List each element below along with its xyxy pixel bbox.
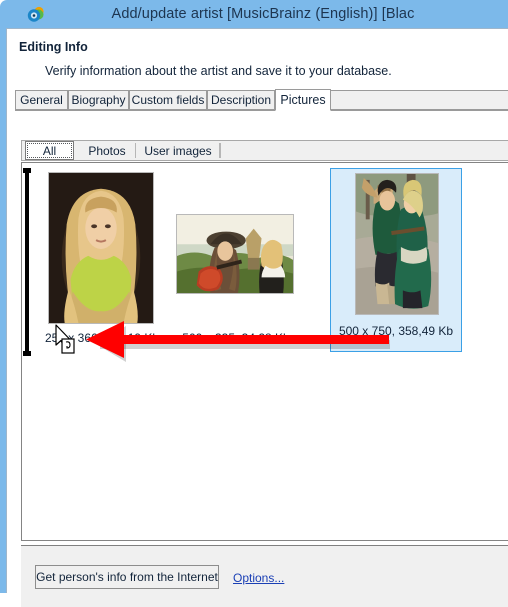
subtab-user-images[interactable]: User images: [136, 141, 220, 160]
get-person-info-button[interactable]: Get person's info from the Internet: [35, 565, 219, 589]
tab-custom-fields[interactable]: Custom fields: [129, 90, 207, 110]
subtab-all[interactable]: All: [25, 141, 74, 160]
list-item[interactable]: 250 x 366, 104,19 Kb: [36, 168, 168, 356]
picture-caption: 250 x 366, 104,19 Kb: [44, 331, 160, 345]
insertion-marker: [23, 168, 31, 356]
page-subtitle: Verify information about the artist and …: [45, 64, 392, 78]
subtab-user-images-label: User images: [144, 143, 212, 158]
title-bar[interactable]: Add/update artist [MusicBrainz (English)…: [6, 0, 508, 28]
tab-description-label: Description: [210, 93, 272, 107]
subtab-all-label: All: [42, 143, 57, 158]
tab-pictures[interactable]: Pictures: [275, 89, 331, 111]
tab-strip-filler: [331, 90, 508, 110]
picture-caption: 500 x 335, 34,28 Kb: [182, 331, 290, 345]
tab-pictures-label: Pictures: [280, 93, 326, 107]
insertion-marker-cap-top: [23, 168, 31, 173]
dialog-window: Add/update artist [MusicBrainz (English)…: [0, 0, 508, 607]
thumbnail-artwork-couple-forest: [356, 174, 438, 314]
picture-thumbnail[interactable]: [355, 173, 439, 315]
app-disc-icon: [26, 6, 46, 24]
pictures-list[interactable]: 250 x 366, 104,19 Kb 500 x 335, 34,28 Kb…: [21, 162, 508, 541]
tab-custom-fields-label: Custom fields: [131, 93, 205, 107]
list-item[interactable]: 500 x 335, 34,28 Kb: [170, 168, 302, 356]
subtab-photos-label: Photos: [88, 143, 126, 158]
picture-filter-bar: All Photos User images: [21, 140, 508, 161]
picture-caption: 500 x 750, 358,49 Kb: [338, 324, 454, 338]
tab-biography[interactable]: Biography: [68, 90, 129, 110]
tab-description[interactable]: Description: [207, 90, 275, 110]
window-title: Add/update artist [MusicBrainz (English)…: [111, 6, 415, 22]
insertion-marker-cap-bottom: [23, 351, 31, 356]
list-item[interactable]: 500 x 750, 358,49 Kb: [330, 168, 462, 352]
picture-thumbnail[interactable]: [176, 214, 294, 294]
tab-baseline: [15, 110, 508, 111]
tab-general[interactable]: General: [15, 90, 68, 110]
thumbnail-artwork-portrait: [49, 173, 153, 323]
options-link[interactable]: Options...: [233, 571, 284, 585]
dialog-footer: Get person's info from the Internet Opti…: [21, 545, 508, 607]
tab-strip: General Biography Custom fields Descript…: [15, 89, 508, 111]
page-title: Editing Info: [19, 40, 88, 54]
tab-biography-label: Biography: [71, 93, 126, 107]
tab-general-label: General: [20, 93, 63, 107]
get-person-info-label: Get person's info from the Internet: [36, 570, 218, 584]
dialog-client-area: Editing Info Verify information about th…: [6, 28, 508, 607]
thumbnail-artwork-duo-outdoor: [177, 215, 293, 293]
subtab-separator: [220, 143, 221, 158]
picture-thumbnail[interactable]: [48, 172, 154, 324]
subtab-trailing-separator: [220, 141, 221, 160]
subtab-photos[interactable]: Photos: [78, 141, 136, 160]
